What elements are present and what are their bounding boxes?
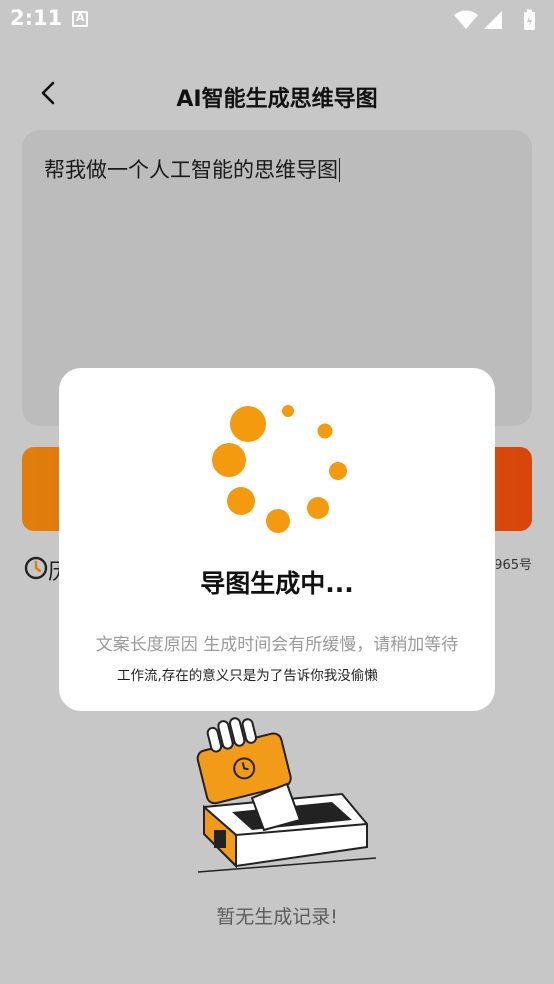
dialog-tip: 工作流,存在的意义只是为了告诉你我没偷懒 [117,668,378,684]
queue-number: 965号 [496,558,532,573]
page-title: AI智能生成思维导图 [176,87,378,112]
prompt-input-value: 帮我做一个人工智能的思维导图 [44,158,338,182]
status-bar: 2:11 [0,0,554,40]
status-time: 2:11 [10,6,63,30]
loading-spinner-icon [212,405,347,533]
battery-icon [524,9,535,30]
system-status-icons [454,9,535,30]
app-header: AI智能生成思维导图 [0,66,554,124]
prompt-input-text[interactable]: 帮我做一个人工智能的思维导图 [44,154,340,184]
text-caret [339,158,340,182]
wifi-icon [454,10,478,29]
dialog-title: 导图生成中... [200,569,354,598]
clock-icon [24,556,48,580]
empty-state-text: 暂无生成记录! [216,906,338,928]
signal-icon [484,11,502,29]
dialog-subtitle: 文案长度原因 生成时间会有所缓慢，请稍加等待 [95,635,459,655]
notification-icon [72,11,88,27]
empty-box-illustration [196,717,377,873]
loading-dialog: 导图生成中... 文案长度原因 生成时间会有所缓慢，请稍加等待 工作流,存在的意… [59,368,495,711]
